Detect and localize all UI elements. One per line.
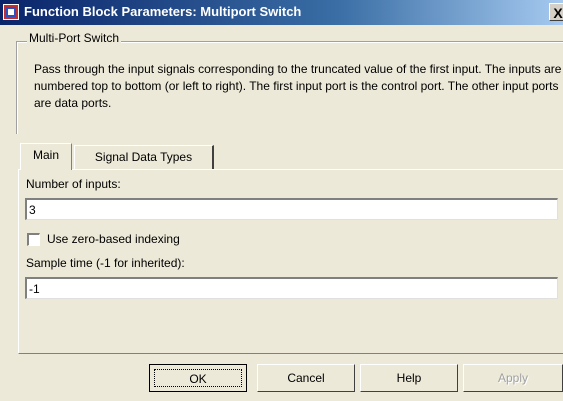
cancel-button[interactable]: Cancel <box>257 364 355 392</box>
block-description: Pass through the input signals correspon… <box>34 62 562 110</box>
number-of-inputs-field[interactable]: 3 <box>25 198 558 220</box>
ok-button[interactable]: OK <box>149 364 247 392</box>
apply-button[interactable]: Apply <box>463 364 563 392</box>
zero-based-indexing-checkbox[interactable] <box>27 233 40 246</box>
zero-based-indexing-label: Use zero-based indexing <box>47 232 180 246</box>
sample-time-label: Sample time (-1 for inherited): <box>26 256 185 270</box>
close-button[interactable]: X <box>549 3 563 21</box>
group-legend: Multi-Port Switch <box>27 31 122 45</box>
help-button[interactable]: Help <box>360 364 458 392</box>
simulink-block-icon <box>3 4 19 20</box>
ok-button-label: OK <box>154 369 242 387</box>
title-bar[interactable]: Function Block Parameters: Multiport Swi… <box>0 0 563 25</box>
tab-main[interactable]: Main <box>20 143 72 170</box>
number-of-inputs-label: Number of inputs: <box>26 177 121 191</box>
sample-time-field[interactable]: -1 <box>25 277 558 299</box>
window-title: Function Block Parameters: Multiport Swi… <box>24 4 302 19</box>
tab-signal-data-types[interactable]: Signal Data Types <box>74 145 214 170</box>
